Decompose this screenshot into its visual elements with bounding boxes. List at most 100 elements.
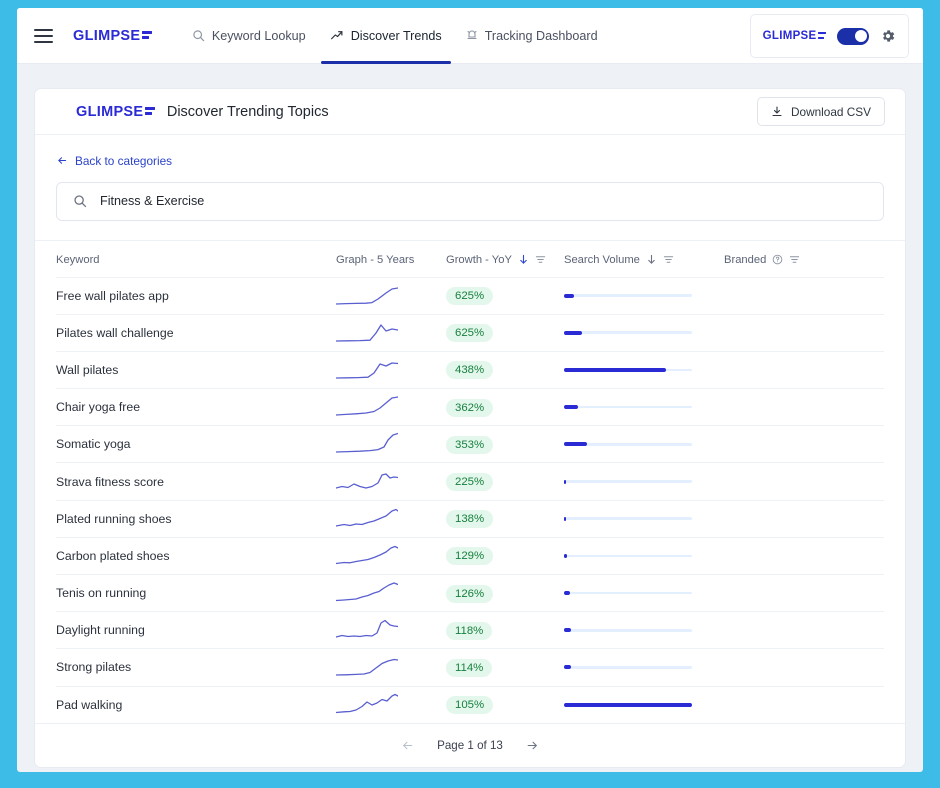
sparkline-chart [336, 431, 398, 457]
column-header-keyword[interactable]: Keyword [56, 241, 336, 278]
cell-search-volume [564, 314, 724, 351]
cell-branded [724, 575, 884, 612]
keyword-label: Pilates wall challenge [56, 326, 174, 340]
cell-search-volume [564, 389, 724, 426]
sparkline-chart [336, 543, 398, 569]
volume-bar-fill [564, 294, 574, 298]
table-row[interactable]: Carbon plated shoes 129% [56, 537, 884, 574]
category-search-bar[interactable] [56, 182, 884, 221]
sparkline-chart [336, 506, 398, 532]
keyword-label: Plated running shoes [56, 512, 172, 526]
info-icon[interactable] [772, 254, 783, 265]
cell-branded [724, 500, 884, 537]
mode-toggle-switch[interactable] [837, 28, 869, 45]
cell-keyword: Strong pilates [56, 649, 336, 686]
back-link-label: Back to categories [75, 154, 172, 168]
cell-growth: 126% [446, 575, 564, 612]
tab-keyword-lookup[interactable]: Keyword Lookup [180, 8, 318, 63]
cell-growth: 114% [446, 649, 564, 686]
column-label: Keyword [56, 254, 100, 266]
cell-keyword: Somatic yoga [56, 426, 336, 463]
keyword-label: Free wall pilates app [56, 289, 169, 303]
cell-branded [724, 463, 884, 500]
keyword-label: Pad walking [56, 698, 122, 712]
filter-icon[interactable] [663, 254, 674, 265]
table-row[interactable]: Tenis on running 126% [56, 575, 884, 612]
download-csv-button[interactable]: Download CSV [757, 97, 885, 126]
filter-icon[interactable] [535, 254, 546, 265]
pagination: Page 1 of 13 [35, 723, 905, 767]
previous-page-button[interactable] [400, 739, 415, 752]
table-row[interactable]: Somatic yoga353% [56, 426, 884, 463]
table-row[interactable]: Chair yoga free362% [56, 389, 884, 426]
cell-growth: 138% [446, 500, 564, 537]
growth-badge: 225% [446, 473, 493, 491]
volume-bar-track [564, 369, 692, 372]
table-row[interactable]: Pilates wall challenge 625% [56, 314, 884, 351]
growth-badge: 625% [446, 324, 493, 342]
column-header-branded[interactable]: Branded [724, 241, 884, 278]
keyword-label: Daylight running [56, 623, 145, 637]
hamburger-menu-icon[interactable] [34, 29, 53, 43]
cell-keyword: Wall pilates [56, 351, 336, 388]
volume-bar-fill [564, 703, 692, 707]
card-logo: GLIMPSE [76, 104, 155, 120]
cell-growth: 129% [446, 537, 564, 574]
column-label: Search Volume [564, 254, 640, 266]
table-row[interactable]: Pad walking 105% [56, 686, 884, 723]
search-input[interactable] [100, 194, 867, 208]
next-page-button[interactable] [525, 739, 540, 752]
sparkline-chart [336, 320, 398, 346]
filter-icon[interactable] [789, 254, 800, 265]
table-row[interactable]: Strong pilates 114% [56, 649, 884, 686]
tab-discover-trends[interactable]: Discover Trends [318, 8, 454, 63]
cell-search-volume [564, 426, 724, 463]
volume-bar-fill [564, 405, 578, 409]
cell-keyword: Pad walking [56, 686, 336, 723]
page-title: Discover Trending Topics [167, 104, 329, 120]
column-header-graph[interactable]: Graph - 5 Years [336, 241, 446, 278]
volume-bar-fill [564, 591, 570, 595]
cell-graph [336, 612, 446, 649]
table-row[interactable]: Wall pilates 438% [56, 351, 884, 388]
growth-badge: 625% [446, 287, 493, 305]
volume-bar-track [564, 629, 692, 632]
account-controls: GLIMPSE [750, 14, 909, 58]
sparkline-chart [336, 283, 398, 309]
cell-graph [336, 575, 446, 612]
cell-search-volume [564, 463, 724, 500]
cell-graph [336, 537, 446, 574]
tab-tracking-dashboard[interactable]: Tracking Dashboard [454, 8, 610, 63]
gear-icon[interactable] [880, 28, 896, 44]
keyword-label: Somatic yoga [56, 437, 131, 451]
cell-growth: 105% [446, 686, 564, 723]
cell-graph [336, 463, 446, 500]
table-row[interactable]: Plated running shoes 138% [56, 500, 884, 537]
cell-keyword: Daylight running [56, 612, 336, 649]
volume-bar-track [564, 555, 692, 558]
column-header-growth[interactable]: Growth - YoY [446, 241, 564, 278]
back-to-categories-link[interactable]: Back to categories [56, 154, 172, 168]
sort-descending-icon[interactable] [646, 254, 657, 265]
cell-graph [336, 277, 446, 314]
column-header-search-volume[interactable]: Search Volume [564, 241, 724, 278]
table-row[interactable]: Free wall pilates app 625% [56, 277, 884, 314]
sort-descending-icon[interactable] [518, 254, 529, 265]
volume-bar-track [564, 294, 692, 297]
cell-keyword: Tenis on running [56, 575, 336, 612]
table-header-row: Keyword Graph - 5 Years Growth - YoY [56, 241, 884, 278]
sparkline-chart [336, 617, 398, 643]
table-row[interactable]: Daylight running118% [56, 612, 884, 649]
growth-badge: 129% [446, 547, 493, 565]
volume-bar-track [564, 592, 692, 595]
cell-keyword: Free wall pilates app [56, 277, 336, 314]
cell-keyword: Carbon plated shoes [56, 537, 336, 574]
table-row[interactable]: Strava fitness score 225% [56, 463, 884, 500]
cell-growth: 438% [446, 351, 564, 388]
volume-bar-fill [564, 331, 582, 335]
page-indicator-label: Page 1 of 13 [437, 739, 503, 752]
sparkline-chart [336, 357, 398, 383]
cell-branded [724, 389, 884, 426]
cell-keyword: Strava fitness score [56, 463, 336, 500]
growth-badge: 362% [446, 399, 493, 417]
